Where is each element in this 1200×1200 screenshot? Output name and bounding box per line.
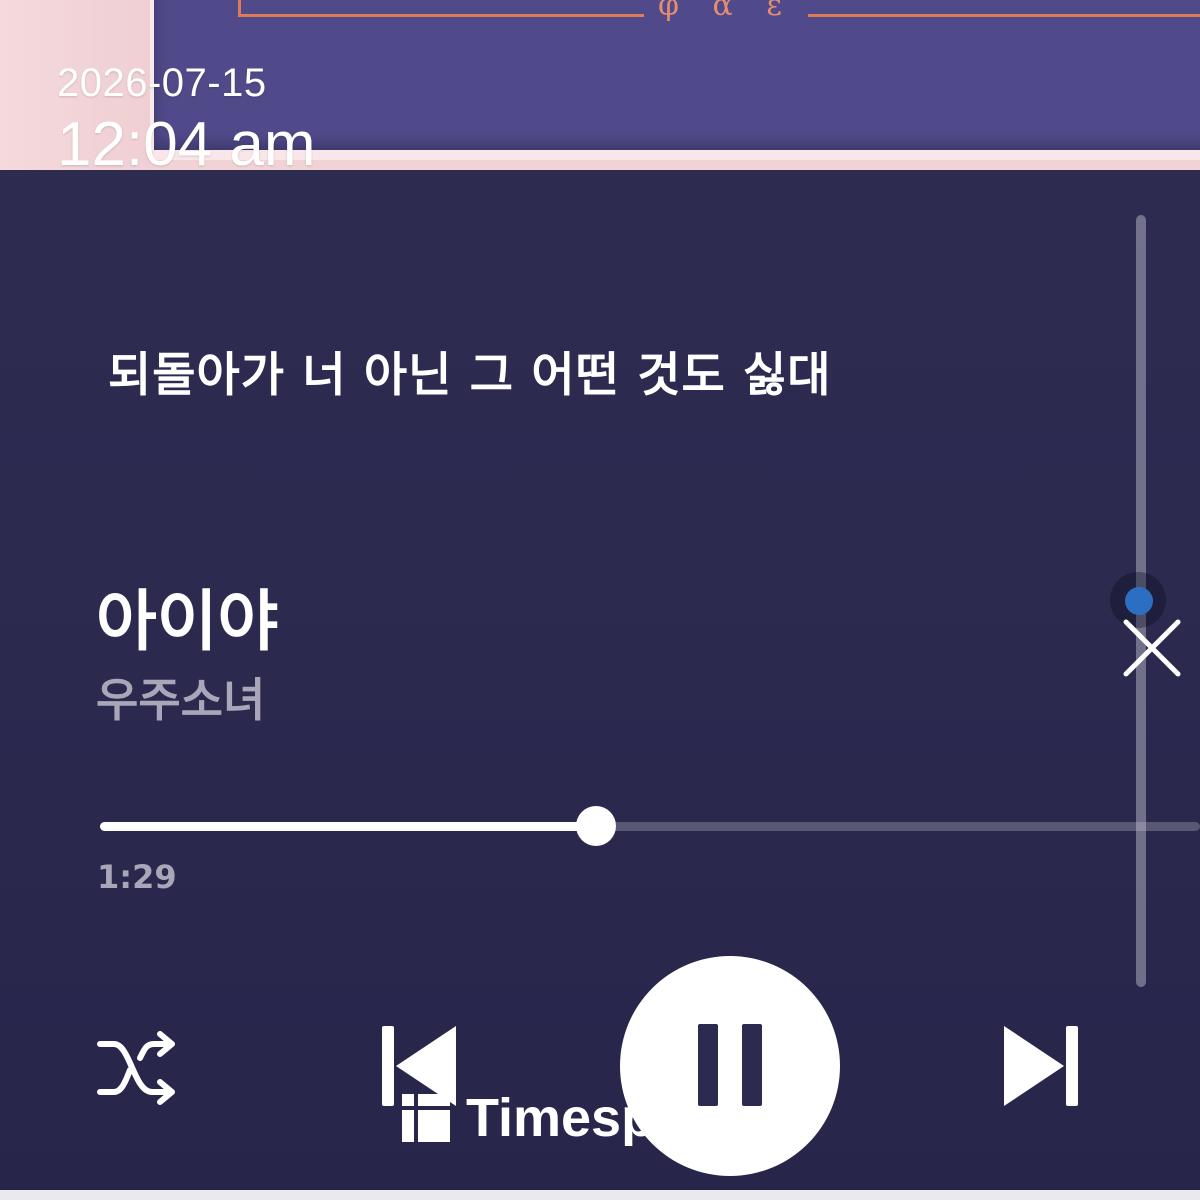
progress-fill [100, 822, 596, 831]
clock-date: 2026-07-15 [57, 61, 267, 105]
progress-thumb[interactable] [576, 806, 616, 846]
elapsed-time: 1:29 [97, 858, 177, 896]
watermark-text: Timesp [466, 1090, 652, 1146]
track-artist: 우주소녀 [96, 673, 266, 727]
close-icon[interactable] [1118, 614, 1186, 682]
shuffle-icon [97, 1031, 175, 1105]
watermark: Timesp [402, 1090, 652, 1146]
bottom-edge [0, 1190, 1200, 1200]
scroll-knob[interactable] [1125, 587, 1153, 615]
playback-progress-bar[interactable] [100, 806, 1200, 846]
current-lyric-line: 되돌아가 너 아닌 그 어떤 것도 싫대 [108, 348, 832, 403]
pause-icon-bar [742, 1024, 762, 1106]
pause-icon [698, 1024, 718, 1106]
shuffle-button[interactable] [96, 1030, 180, 1106]
timespread-logo-icon [402, 1094, 450, 1142]
pause-button[interactable] [620, 956, 840, 1176]
lockscreen-clock: 2026-07-15 12:04 am [57, 60, 316, 180]
next-track-button[interactable] [1000, 1024, 1080, 1108]
album-symbols: φ α ε [644, 0, 808, 23]
clock-time: 12:04 am [57, 110, 316, 179]
skip-next-icon [1004, 1026, 1078, 1106]
track-title: 아이야 [96, 583, 279, 660]
